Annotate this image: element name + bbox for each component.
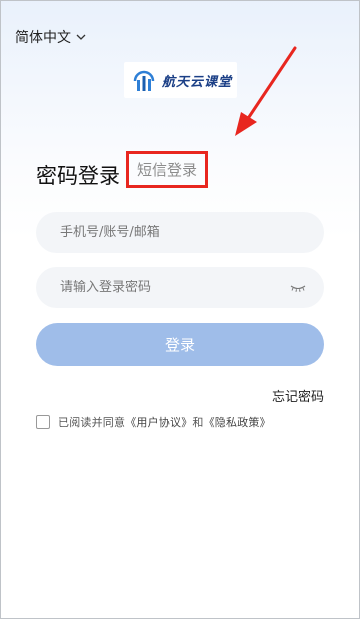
app-logo: 航天云课堂 xyxy=(124,62,237,98)
language-label: 简体中文 xyxy=(15,30,71,46)
password-field[interactable] xyxy=(36,267,324,308)
eye-closed-icon[interactable] xyxy=(290,283,306,293)
agreement-conjunction: 和 xyxy=(192,416,204,429)
account-input[interactable] xyxy=(60,225,306,240)
account-field[interactable] xyxy=(36,212,324,253)
agreement-checkbox[interactable] xyxy=(36,415,50,429)
forgot-password-link[interactable]: 忘记密码 xyxy=(272,386,324,405)
red-arrow-annotation xyxy=(235,46,297,136)
agreement-text: 已阅读并同意《用户协议》和《隐私政策》 xyxy=(58,414,271,430)
privacy-policy-link[interactable]: 《隐私政策》 xyxy=(204,416,271,429)
password-input[interactable] xyxy=(60,280,290,295)
user-agreement-link[interactable]: 《用户协议》 xyxy=(125,416,192,429)
tab-password-login[interactable]: 密码登录 xyxy=(36,160,120,190)
agreement-prefix: 已阅读并同意 xyxy=(58,416,126,429)
chevron-down-icon xyxy=(76,34,86,40)
tab-sms-login[interactable]: 短信登录 xyxy=(126,151,208,188)
agreement-row: 已阅读并同意《用户协议》和《隐私政策》 xyxy=(36,414,271,430)
tab-sms-login-label: 短信登录 xyxy=(136,161,197,179)
language-selector[interactable]: 简体中文 xyxy=(15,27,87,47)
cloud-bars-logo-icon xyxy=(133,70,155,91)
login-button[interactable]: 登录 xyxy=(36,323,324,366)
logo-text: 航天云课堂 xyxy=(162,74,233,90)
